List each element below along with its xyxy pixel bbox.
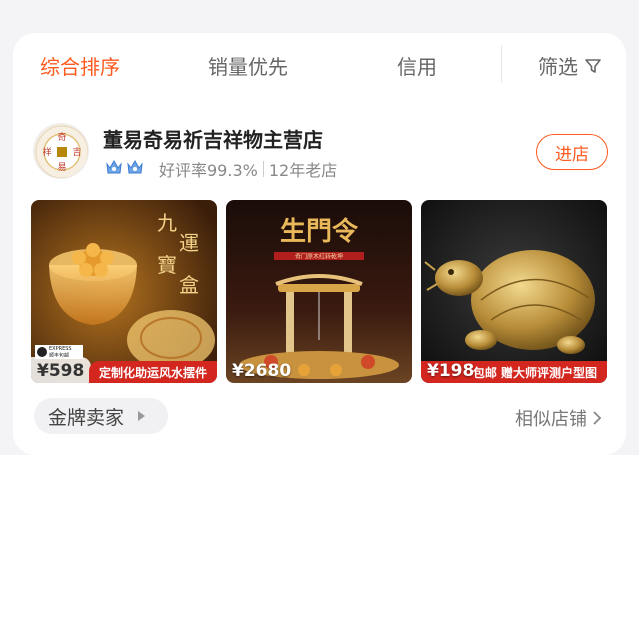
gold-seller-label: 金牌卖家 xyxy=(48,406,125,429)
crown-icon xyxy=(127,159,143,174)
filter-button[interactable]: 筛选 xyxy=(538,51,602,80)
product-price: ¥198 xyxy=(427,361,475,381)
product-promo: 定制化助运风水摆件 xyxy=(88,361,217,383)
product-price: ¥2680 xyxy=(232,361,292,381)
art-title: 生門令 xyxy=(280,216,359,247)
product-image xyxy=(421,200,607,383)
store-logo-image: 奇 祥 吉 易 xyxy=(35,125,88,178)
product-card[interactable]: 生門令 奇门原木红转乾坤 ¥2680 xyxy=(226,200,412,383)
art-char-2: 運 xyxy=(179,231,199,255)
enter-store-button[interactable]: 进店 xyxy=(536,134,608,170)
product-price: ¥598 xyxy=(37,361,85,381)
rating-text: 好评率99.3% xyxy=(159,161,258,180)
filter-icon xyxy=(585,58,601,73)
tab-sales-first[interactable]: 销量优先 xyxy=(208,51,288,80)
rating-separator xyxy=(262,161,264,177)
store-age: 12年老店 xyxy=(268,161,338,180)
tab-credit[interactable]: 信用 xyxy=(397,51,437,80)
logo-char-left: 祥 xyxy=(42,146,51,158)
play-arrow-icon xyxy=(138,411,146,421)
product-image: 生門令 奇门原木红转乾坤 xyxy=(226,200,412,383)
sort-bar: 综合排序 销量优先 信用 筛选 xyxy=(13,33,626,95)
filter-label: 筛选 xyxy=(538,55,578,79)
art-char-1: 九 xyxy=(157,211,177,235)
empty-area xyxy=(0,455,639,622)
tab-comprehensive-sort[interactable]: 综合排序 xyxy=(40,51,120,80)
product-card[interactable]: 包邮 赠大师评测户型图 ¥198 xyxy=(421,200,607,383)
logo-char-right: 吉 xyxy=(72,147,81,158)
product-image: 九 運 寶 盒 EXPRESS 顺丰包邮 xyxy=(31,200,217,383)
logo-char-top: 奇 xyxy=(57,131,66,143)
chevron-right-icon xyxy=(593,411,602,425)
sf-express-label: EXPRESS xyxy=(49,346,72,352)
logo-char-bottom: 易 xyxy=(57,162,66,173)
art-subtitle: 奇门原木红转乾坤 xyxy=(295,253,343,261)
sort-divider xyxy=(501,45,502,83)
store-rating: 好评率99.3% 12年老店 xyxy=(159,157,337,181)
similar-stores-label: 相似店铺 xyxy=(515,409,587,430)
product-card[interactable]: 九 運 寶 盒 EXPRESS 顺丰包邮 ¥598 定制化助运风水摆件 xyxy=(31,200,217,383)
store-card: 综合排序 销量优先 信用 筛选 奇 祥 吉 易 董易奇易祈吉祥物主营店 好评率9… xyxy=(13,33,626,455)
gold-seller-tag[interactable]: 金牌卖家 xyxy=(34,398,168,434)
art-char-4: 盒 xyxy=(179,273,199,297)
similar-stores-link[interactable]: 相似店铺 xyxy=(515,405,603,431)
store-name[interactable]: 董易奇易祈吉祥物主营店 xyxy=(103,124,323,153)
art-char-3: 寶 xyxy=(157,253,177,277)
crown-icon xyxy=(106,159,122,174)
seller-level-badges xyxy=(105,158,144,176)
store-logo[interactable]: 奇 祥 吉 易 xyxy=(33,123,89,179)
